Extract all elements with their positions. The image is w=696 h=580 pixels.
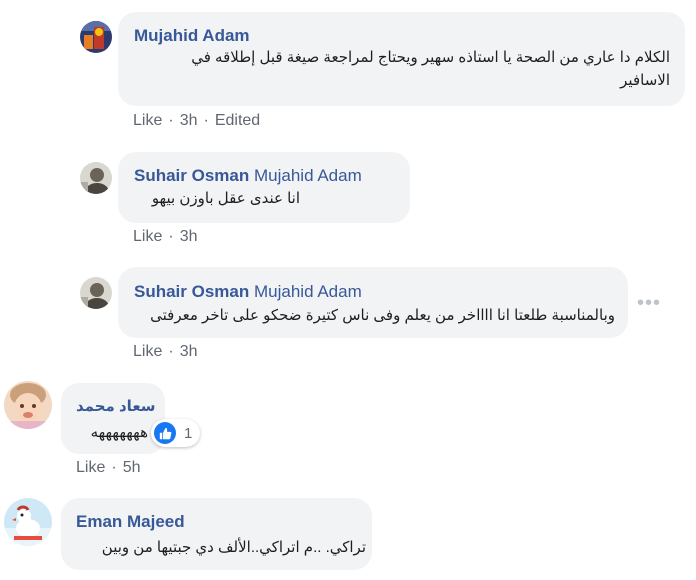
comment-author-link[interactable]: Mujahid Adam <box>134 26 250 46</box>
timestamp-link[interactable]: 3h <box>180 112 198 129</box>
more-options-icon[interactable]: ••• <box>637 292 661 315</box>
comment-text-line: الكلام دا عاري من الصحة يا استاذه سهير و… <box>191 49 670 66</box>
like-button[interactable]: Like <box>133 228 162 245</box>
comment-actions: Like · 5h <box>76 459 140 477</box>
edited-label[interactable]: Edited <box>215 112 260 129</box>
comment-text: تراكي. ..م اتراكي..الألف دي جبتيها من وب… <box>101 539 366 556</box>
reply-to-link[interactable]: Mujahid Adam <box>254 282 362 301</box>
avatar-eman-majeed[interactable] <box>4 498 52 546</box>
avatar-suhair-osman[interactable] <box>80 277 112 309</box>
timestamp-link[interactable]: 5h <box>123 459 141 476</box>
avatar-mujahid-adam[interactable] <box>80 21 112 53</box>
separator: · <box>168 228 174 245</box>
like-button[interactable]: Like <box>133 343 162 360</box>
comment-text: الكلام دا عاري من الصحة يا استاذه سهير و… <box>130 46 670 92</box>
avatar-suad-mohamed[interactable] <box>4 381 52 429</box>
comment-author-link: Suhair Osman Mujahid Adam <box>134 166 362 186</box>
comment-text: انا عندى عقل باوزن بيهو <box>151 190 300 207</box>
reaction-summary[interactable]: 1 <box>151 419 201 447</box>
comment-text-line: الاسافير <box>620 72 670 89</box>
comment-author-link: Suhair Osman Mujahid Adam <box>134 282 362 302</box>
author-name-link[interactable]: Suhair Osman <box>134 282 249 301</box>
comment-bubble <box>61 498 372 570</box>
author-name-link[interactable]: Suhair Osman <box>134 166 249 185</box>
like-button[interactable]: Like <box>76 459 105 476</box>
comment-actions: Like · 3h · Edited <box>133 112 260 130</box>
comment-text: هههههههه <box>90 424 148 441</box>
separator: · <box>168 343 174 360</box>
timestamp-link[interactable]: 3h <box>180 228 198 245</box>
like-button[interactable]: Like <box>133 112 162 129</box>
comment-bubble <box>118 267 628 338</box>
like-reaction-icon <box>154 422 176 444</box>
comment-author-link[interactable]: Eman Majeed <box>76 512 185 532</box>
separator: · <box>111 459 117 476</box>
separator: · <box>203 112 209 129</box>
separator: · <box>168 112 174 129</box>
reaction-count: 1 <box>184 424 193 442</box>
timestamp-link[interactable]: 3h <box>180 343 198 360</box>
comment-author-link[interactable]: سعاد محمد <box>76 397 156 415</box>
comment-text: وبالمناسبة طلعتا انا ااااخر من يعلم وفى … <box>150 307 615 324</box>
comment-thread: Mujahid Adam الكلام دا عاري من الصحة يا … <box>0 0 696 580</box>
comment-actions: Like · 3h <box>133 343 197 361</box>
comment-actions: Like · 3h <box>133 228 197 246</box>
reply-to-link[interactable]: Mujahid Adam <box>254 166 362 185</box>
